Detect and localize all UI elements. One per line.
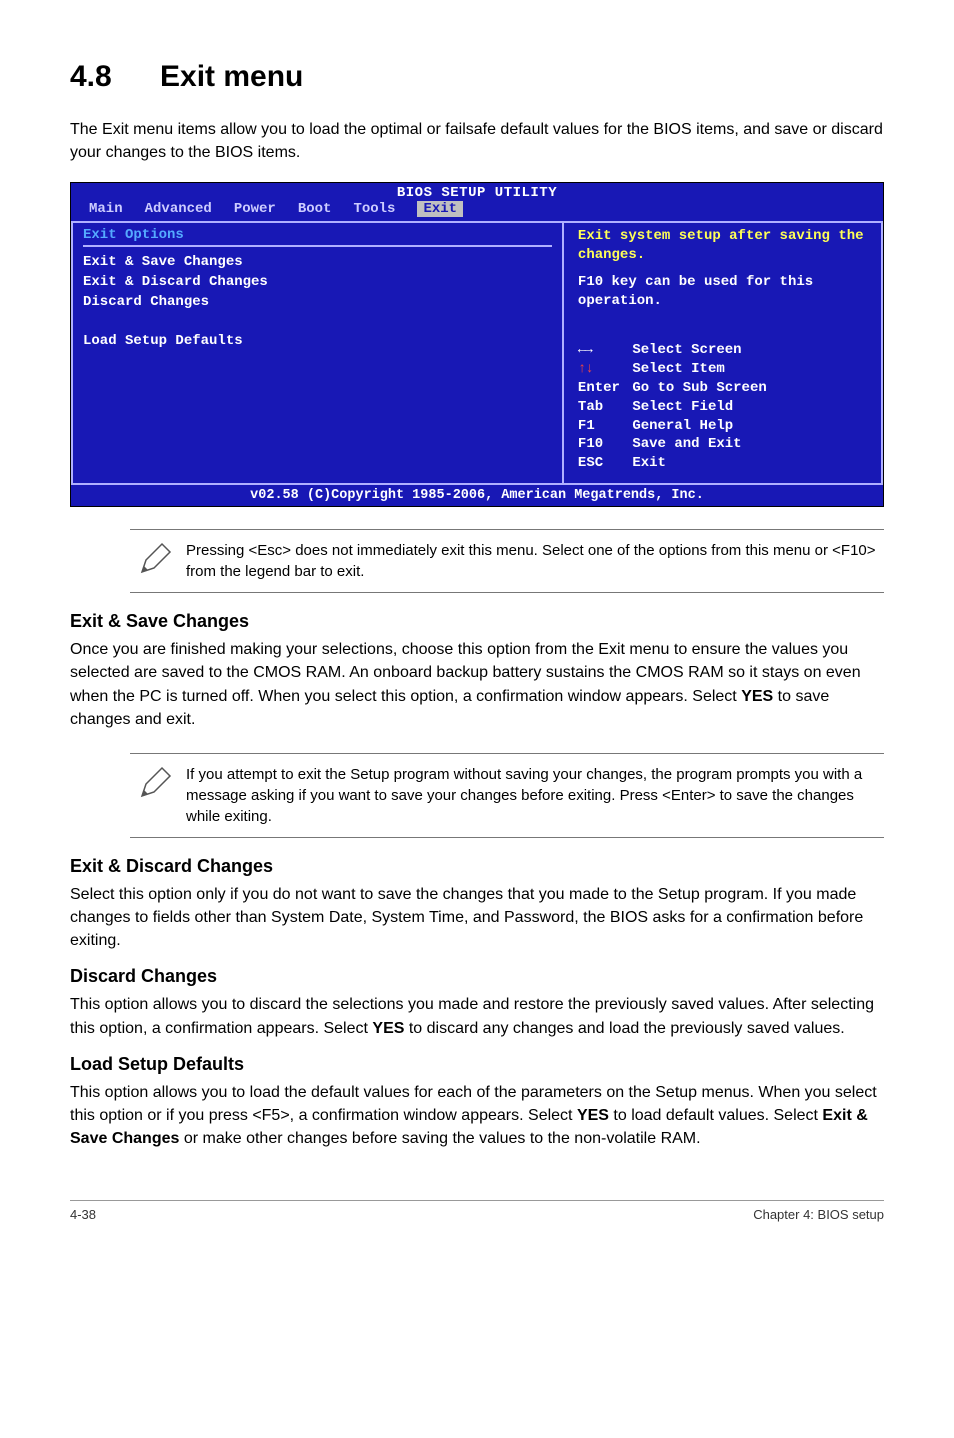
bios-tab-exit: Exit bbox=[417, 201, 463, 217]
section-number: 4.8 bbox=[70, 60, 160, 94]
bios-tab-advanced: Advanced bbox=[145, 201, 234, 217]
key-tab-label: Select Field bbox=[632, 399, 733, 415]
page-heading: 4.8Exit menu bbox=[70, 60, 884, 94]
discard-post: to discard any changes and load the prev… bbox=[404, 1020, 844, 1037]
note-esc-text: Pressing <Esc> does not immediately exit… bbox=[180, 538, 884, 584]
key-enter: Enter bbox=[578, 379, 624, 398]
heading-discard: Discard Changes bbox=[70, 966, 884, 987]
section-title-text: Exit menu bbox=[160, 60, 303, 93]
heading-exit-discard: Exit & Discard Changes bbox=[70, 856, 884, 877]
bios-item-load-defaults: Load Setup Defaults bbox=[83, 332, 552, 352]
load-yes: YES bbox=[577, 1107, 609, 1124]
bios-item-save: Exit & Save Changes bbox=[83, 253, 552, 273]
bios-key-legend: Select Screen Select Item Enter Go to Su… bbox=[578, 341, 871, 473]
key-f10-label: Save and Exit bbox=[632, 436, 741, 452]
bios-item-discard-exit: Exit & Discard Changes bbox=[83, 273, 552, 293]
key-esc: ESC bbox=[578, 454, 624, 473]
bios-exit-options-label: Exit Options bbox=[83, 227, 552, 243]
bios-help-line1: Exit system setup after saving the chang… bbox=[578, 227, 871, 265]
bios-copyright: v02.58 (C)Copyright 1985-2006, American … bbox=[71, 485, 883, 506]
bios-help-line2: F10 key can be used for this operation. bbox=[578, 273, 871, 311]
bios-screenshot: BIOS SETUP UTILITY Main Advanced Power B… bbox=[70, 182, 884, 507]
save-yes: YES bbox=[741, 688, 773, 705]
pencil-icon bbox=[130, 538, 180, 576]
body-exit-discard: Select this option only if you do not wa… bbox=[70, 883, 884, 953]
discard-yes: YES bbox=[372, 1020, 404, 1037]
bios-tab-main: Main bbox=[89, 201, 145, 217]
bios-tab-tools: Tools bbox=[353, 201, 417, 217]
note-unsaved-text: If you attempt to exit the Setup program… bbox=[180, 762, 884, 829]
arrows-ud-icon bbox=[578, 360, 624, 379]
bios-tab-power: Power bbox=[234, 201, 298, 217]
body-load-defaults: This option allows you to load the defau… bbox=[70, 1081, 884, 1151]
key-f1: F1 bbox=[578, 417, 624, 436]
bios-right-pane: Exit system setup after saving the chang… bbox=[564, 223, 883, 485]
key-esc-label: Exit bbox=[632, 455, 666, 471]
page-footer: 4-38 Chapter 4: BIOS setup bbox=[70, 1200, 884, 1222]
heading-exit-save: Exit & Save Changes bbox=[70, 611, 884, 632]
note-esc: Pressing <Esc> does not immediately exit… bbox=[130, 529, 884, 593]
key-f10: F10 bbox=[578, 435, 624, 454]
page-number: 4-38 bbox=[70, 1207, 96, 1222]
key-tab: Tab bbox=[578, 398, 624, 417]
arrows-lr-icon bbox=[578, 341, 624, 360]
bios-title: BIOS SETUP UTILITY bbox=[71, 183, 883, 201]
bios-left-pane: Exit Options Exit & Save Changes Exit & … bbox=[71, 223, 564, 485]
bios-tab-bar: Main Advanced Power Boot Tools Exit bbox=[71, 201, 883, 221]
heading-load-defaults: Load Setup Defaults bbox=[70, 1054, 884, 1075]
key-f1-label: General Help bbox=[632, 418, 733, 434]
body-exit-save: Once you are finished making your select… bbox=[70, 638, 884, 731]
note-unsaved: If you attempt to exit the Setup program… bbox=[130, 753, 884, 838]
load-post: or make other changes before saving the … bbox=[179, 1130, 700, 1147]
intro-paragraph: The Exit menu items allow you to load th… bbox=[70, 118, 884, 164]
bios-item-spacer bbox=[83, 312, 552, 332]
bios-item-discard: Discard Changes bbox=[83, 293, 552, 313]
key-select-screen: Select Screen bbox=[632, 342, 741, 358]
key-select-item: Select Item bbox=[632, 361, 724, 377]
bios-tab-boot: Boot bbox=[298, 201, 354, 217]
chapter-label: Chapter 4: BIOS setup bbox=[753, 1207, 884, 1222]
load-mid: to load default values. Select bbox=[609, 1107, 822, 1124]
key-enter-label: Go to Sub Screen bbox=[632, 380, 766, 396]
pencil-icon bbox=[130, 762, 180, 800]
body-discard: This option allows you to discard the se… bbox=[70, 993, 884, 1039]
